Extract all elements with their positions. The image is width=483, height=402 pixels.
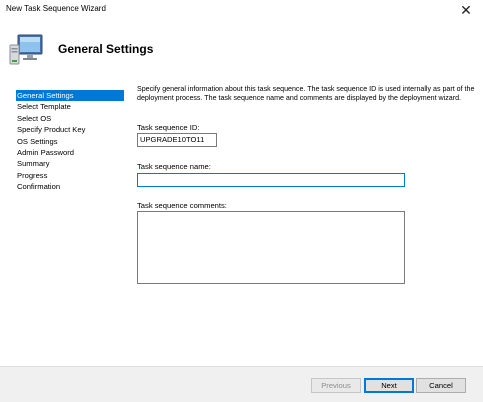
next-button[interactable]: Next [364,378,414,393]
cancel-button[interactable]: Cancel [416,378,466,393]
wizard-footer: Previous Next Cancel [0,366,483,402]
settings-form: Specify general information about this t… [137,85,479,284]
computer-monitor-icon [9,34,43,65]
nav-item-summary[interactable]: Summary [16,158,124,169]
nav-item-os-settings[interactable]: OS Settings [16,136,124,147]
nav-item-general-settings[interactable]: General Settings [16,90,124,102]
page-title: General Settings [58,42,154,56]
title-bar: New Task Sequence Wizard ✕ [0,0,483,22]
task-sequence-comments-textarea[interactable] [137,211,405,284]
task-sequence-id-field: UPGRADE10TO11 [137,133,217,147]
wizard-body: General Settings Select Template Select … [0,80,483,366]
wizard-header: General Settings [0,22,483,80]
nav-item-specify-product-key[interactable]: Specify Product Key [16,124,124,135]
close-button[interactable]: ✕ [449,0,483,22]
nav-item-progress[interactable]: Progress [16,170,124,181]
task-sequence-id-label: Task sequence ID: [137,123,200,132]
nav-item-confirmation[interactable]: Confirmation [16,181,124,192]
previous-button[interactable]: Previous [311,378,361,393]
task-sequence-name-input[interactable] [137,173,405,187]
window-title: New Task Sequence Wizard [6,4,106,13]
wizard-steps-nav: General Settings Select Template Select … [16,90,124,193]
nav-item-select-os[interactable]: Select OS [16,113,124,124]
nav-item-admin-password[interactable]: Admin Password [16,147,124,158]
nav-item-select-template[interactable]: Select Template [16,101,124,112]
task-sequence-name-label: Task sequence name: [137,162,211,171]
close-icon: ✕ [460,2,472,18]
task-sequence-comments-label: Task sequence comments: [137,201,227,210]
description-text: Specify general information about this t… [137,85,475,103]
